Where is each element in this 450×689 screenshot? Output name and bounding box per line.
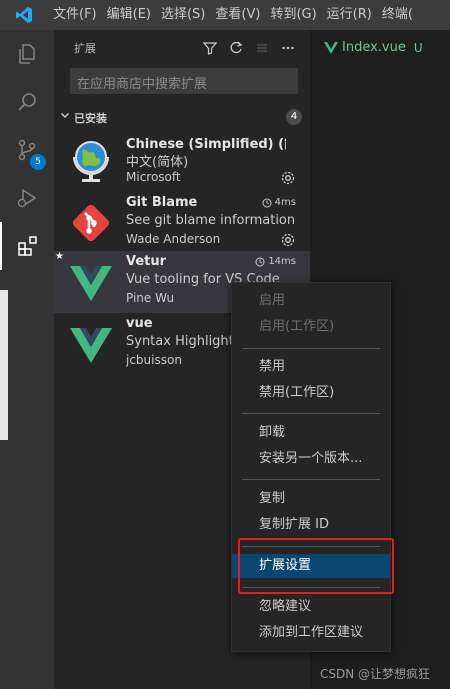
window-edge (0, 290, 8, 440)
extension-description: See git blame information in... (126, 213, 298, 228)
activation-time: 14ms (255, 256, 296, 267)
watermark: CSDN @让梦想疯狂 (320, 667, 431, 681)
menu-go[interactable]: 转到(G) (265, 0, 321, 30)
title-bar: 文件(F) 编辑(E) 选择(S) 查看(V) 转到(G) 运行(R) 终端( (0, 0, 450, 30)
installed-section-header[interactable]: 已安装 4 (54, 106, 310, 128)
menu-item-ignore-recommendation[interactable]: 忽略建议 (232, 595, 390, 619)
extension-name: Chinese (Simplified) (简... (126, 137, 286, 152)
run-debug-button[interactable] (0, 174, 54, 222)
clock-icon (262, 198, 272, 207)
activation-time-value: 14ms (268, 256, 296, 267)
menu-item-copy[interactable]: 复制 (232, 487, 390, 511)
sidebar-actions (200, 38, 298, 58)
menu-terminal[interactable]: 终端( (377, 0, 418, 30)
installed-section-label: 已安装 (74, 112, 107, 125)
more-icon[interactable] (278, 38, 298, 58)
sidebar-header: 扩展 (54, 30, 310, 65)
tab-label: Index.vue (342, 40, 406, 55)
clear-icon[interactable] (252, 38, 272, 58)
menu-item-add-workspace-recommendation[interactable]: 添加到工作区建议 (232, 621, 390, 645)
files-icon (19, 44, 35, 64)
menu-item-copy-extension-id[interactable]: 复制扩展 ID (232, 513, 390, 537)
menu-item-uninstall[interactable]: 卸载 (232, 421, 390, 445)
gear-icon[interactable] (280, 232, 296, 248)
menu-selection[interactable]: 选择(S) (156, 0, 210, 30)
gear-icon[interactable] (280, 170, 296, 186)
menu-separator (242, 348, 380, 349)
menu-item-disable[interactable]: 禁用 (232, 355, 390, 379)
menu-separator (242, 479, 380, 480)
menu-item-enable-workspace[interactable]: 启用(工作区) (232, 315, 390, 339)
refresh-icon[interactable] (226, 38, 246, 58)
scm-count-badge: 5 (30, 154, 46, 170)
menu-file[interactable]: 文件(F) (48, 0, 102, 30)
extension-publisher: jcbuisson (126, 353, 182, 367)
search-button[interactable] (0, 78, 54, 126)
extension-item-git-blame[interactable]: Git Blame 4ms See git blame information … (54, 192, 310, 254)
menu-run[interactable]: 运行(R) (322, 0, 377, 30)
annotation-highlight-box (238, 538, 394, 594)
extension-item-chinese[interactable]: Chinese (Simplified) (简... 中文(简体) Micros… (54, 130, 310, 192)
explorer-button[interactable] (0, 30, 54, 78)
menu-edit[interactable]: 编辑(E) (102, 0, 156, 30)
run-debug-icon (17, 188, 37, 208)
clock-icon (255, 257, 265, 266)
menu-separator (242, 413, 380, 414)
extension-search-input[interactable]: 在应用商店中搜索扩展 (70, 68, 298, 94)
untracked-status: U (413, 40, 423, 55)
menu-item-enable[interactable]: 启用 (232, 289, 390, 313)
extension-publisher: Pine Wu (126, 291, 175, 305)
menu-item-disable-workspace[interactable]: 禁用(工作区) (232, 381, 390, 405)
extension-publisher: Microsoft (126, 170, 181, 184)
vscode-logo-icon (0, 0, 48, 30)
menu-item-install-another-version[interactable]: 安装另一个版本... (232, 447, 390, 471)
vue-logo-icon (68, 321, 114, 367)
extensions-button[interactable] (0, 222, 54, 270)
extension-description: 中文(简体) (126, 155, 189, 170)
vue-logo-icon (68, 259, 114, 305)
extension-publisher: Wade Anderson (126, 232, 221, 246)
filter-icon[interactable] (200, 38, 220, 58)
activation-time-value: 4ms (274, 197, 296, 208)
search-icon (18, 93, 36, 111)
tab-index-vue[interactable]: Index.vue U (310, 30, 450, 65)
extension-context-menu: 启用 启用(工作区) 禁用 禁用(工作区) 卸载 安装另一个版本... 复制 复… (231, 282, 391, 652)
git-logo-icon (68, 200, 114, 246)
activation-time: 4ms (262, 197, 296, 208)
menu-view[interactable]: 查看(V) (210, 0, 265, 30)
star-icon: ★ (55, 251, 64, 262)
globe-icon (68, 138, 114, 184)
source-control-button[interactable]: 5 (0, 126, 54, 174)
installed-count-badge: 4 (286, 109, 302, 125)
sidebar-title: 扩展 (74, 42, 96, 55)
extensions-icon (18, 236, 37, 256)
activity-bar: 5 (0, 30, 54, 689)
vue-file-icon (324, 41, 338, 54)
chevron-down-icon (59, 109, 71, 125)
